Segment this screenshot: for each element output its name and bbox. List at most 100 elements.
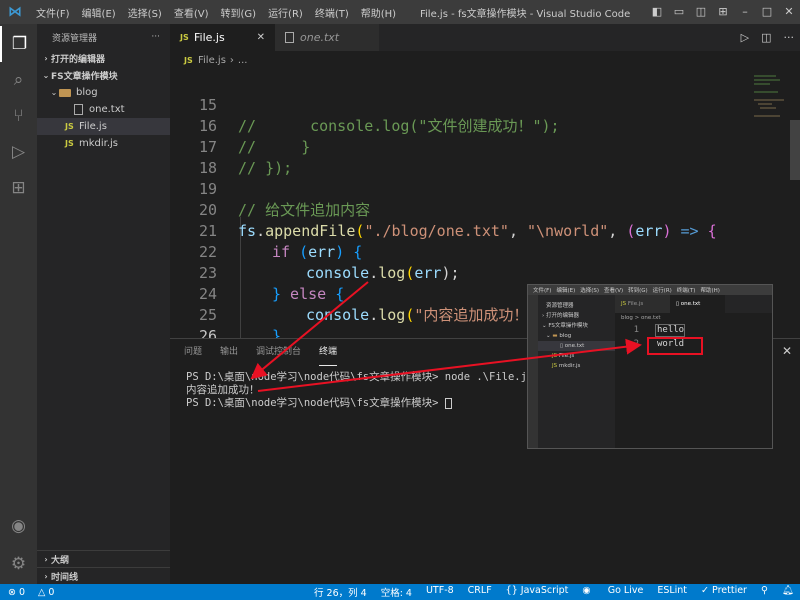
explorer-sidebar: 资源管理器 ··· › 打开的编辑器 ⌄ FS文章操作模块 ⌄ blog one…	[37, 24, 170, 584]
run-debug-icon[interactable]: ▷	[0, 134, 37, 170]
vscode-logo-icon: ⋈	[8, 4, 22, 20]
go-live-button[interactable]: ◉ Go Live	[582, 585, 643, 599]
js-file-icon: JS	[65, 139, 74, 148]
tab-one-txt[interactable]: one.txt	[275, 24, 380, 51]
layout-split-icon[interactable]: ◫	[690, 0, 712, 24]
menu-go[interactable]: 转到(G)	[215, 5, 263, 20]
prettier-status[interactable]: ✓ Prettier	[701, 585, 747, 599]
menu-terminal[interactable]: 终端(T)	[309, 5, 355, 20]
terminal-prompt: PS D:\桌面\node学习\node代码\fs文章操作模块>	[186, 397, 533, 410]
editor-tabs: JS File.js ✕ one.txt ▷ ◫ ···	[170, 24, 800, 51]
terminal-cursor	[444, 397, 452, 409]
menu-selection[interactable]: 选择(S)	[122, 5, 168, 20]
editor-scrollbar[interactable]	[790, 120, 800, 180]
timeline-label: 时间线	[51, 572, 79, 583]
project-section[interactable]: ⌄ FS文章操作模块	[37, 67, 170, 84]
menu-help[interactable]: 帮助(H)	[355, 5, 402, 20]
terminal-output[interactable]: PS D:\桌面\node学习\node代码\fs文章操作模块> node .\…	[186, 371, 533, 410]
menu-file[interactable]: 文件(F)	[30, 5, 76, 20]
selection-highlight	[655, 324, 685, 337]
tree-item-label: mkdir.js	[79, 138, 119, 149]
search-icon[interactable]: ⌕	[0, 62, 37, 98]
menu-run[interactable]: 运行(R)	[262, 5, 309, 20]
inset-title-bar: 文件(F) 编辑(E) 选择(S) 查看(V) 转到(G) 运行(R) 终端(T) 帮助(H)	[528, 285, 772, 295]
explorer-header: 资源管理器 ···	[37, 24, 170, 50]
inset-activity-bar	[528, 295, 538, 448]
tab-file-js[interactable]: JS File.js ✕	[170, 24, 275, 51]
tab-problems[interactable]: 问题	[184, 339, 202, 366]
breadcrumb-more[interactable]: ...	[238, 55, 248, 66]
chevron-down-icon: ⌄	[50, 88, 58, 97]
account-icon[interactable]: ◉	[0, 508, 37, 544]
tree-item-file-js[interactable]: JS File.js	[37, 118, 170, 135]
close-window-icon[interactable]: ✕	[778, 0, 800, 24]
js-file-icon: JS	[65, 122, 74, 131]
encoding[interactable]: UTF-8	[426, 585, 454, 599]
open-editors-label: 打开的编辑器	[51, 55, 106, 65]
layout-icon[interactable]: ◧	[646, 0, 668, 24]
tree-item-label: File.js	[79, 121, 107, 132]
layout-panel-icon[interactable]: ▭	[668, 0, 690, 24]
text-file-icon	[285, 32, 294, 43]
open-editors-section[interactable]: › 打开的编辑器	[37, 50, 170, 67]
feedback-icon[interactable]: ⚲	[761, 585, 768, 599]
indentation[interactable]: 空格: 4	[381, 585, 412, 599]
tab-debug-console[interactable]: 调试控制台	[256, 339, 301, 366]
explorer-title: 资源管理器	[52, 33, 98, 44]
folder-icon	[59, 88, 71, 97]
notifications-icon[interactable]: 🔔︎	[782, 585, 794, 599]
tab-terminal[interactable]: 终端	[319, 339, 338, 366]
more-actions-icon[interactable]: ···	[784, 31, 795, 44]
js-file-icon: JS	[180, 33, 189, 42]
title-bar: ⋈ 文件(F) 编辑(E) 选择(S) 查看(V) 转到(G) 运行(R) 终端…	[0, 0, 800, 24]
close-tab-icon[interactable]: ✕	[257, 32, 265, 43]
chevron-down-icon: ⌄	[42, 71, 50, 80]
tree-item-blog[interactable]: ⌄ blog	[37, 84, 170, 101]
problems-indicator[interactable]: ⊗ 0 △ 0	[8, 587, 64, 598]
settings-gear-icon[interactable]: ⚙	[0, 546, 37, 582]
tab-label: one.txt	[300, 31, 340, 44]
timeline-section[interactable]: › 时间线	[37, 567, 170, 584]
menu-view[interactable]: 查看(V)	[168, 5, 215, 20]
status-bar: ⊗ 0 △ 0 行 26，列 4 空格: 4 UTF-8 CRLF {} Jav…	[0, 584, 800, 600]
minimize-icon[interactable]: –	[734, 0, 756, 24]
code-line: 22 console.log(err);	[198, 243, 460, 282]
close-panel-icon[interactable]: ✕	[782, 344, 792, 358]
js-file-icon: JS	[184, 56, 193, 65]
inset-sidebar: 资源管理器 › 打开的编辑器 ⌄ FS文章操作模块 ⌄ ▬ blog ▯ one…	[538, 295, 615, 448]
chevron-right-icon: ›	[44, 571, 48, 581]
project-label: FS文章操作模块	[51, 72, 118, 82]
code-line: 16 // }	[198, 117, 311, 156]
annotation-box	[647, 337, 703, 355]
more-actions-icon[interactable]: ···	[151, 32, 160, 42]
inset-tabs: JS File.js ▯ one.txt	[615, 295, 772, 313]
explorer-icon[interactable]: ❐	[0, 26, 37, 62]
split-editor-icon[interactable]: ◫	[761, 31, 771, 44]
language-mode[interactable]: {} JavaScript	[506, 585, 569, 599]
tree-item-mkdir-js[interactable]: JS mkdir.js	[37, 135, 170, 152]
layout-grid-icon[interactable]: ⊞	[712, 0, 734, 24]
inset-breadcrumb: blog > one.txt	[621, 315, 661, 321]
cursor-position[interactable]: 行 26，列 4	[314, 585, 367, 599]
code-line: 24 console.log("内容追加成功！");	[198, 285, 556, 324]
outline-label: 大纲	[51, 555, 70, 566]
line-ending[interactable]: CRLF	[468, 585, 492, 599]
menu-edit[interactable]: 编辑(E)	[76, 5, 122, 20]
code-line: 18	[198, 159, 217, 177]
outline-section[interactable]: › 大纲	[37, 550, 170, 567]
code-line: 23 } else {	[198, 264, 345, 303]
tree-item-label: blog	[76, 87, 98, 98]
code-line: 20 fs.appendFile("./blog/one.txt", "\nwo…	[198, 201, 717, 240]
source-control-icon[interactable]: ⑂	[0, 98, 37, 134]
window-controls: ◧ ▭ ◫ ⊞ – □ ✕	[646, 0, 800, 24]
maximize-icon[interactable]: □	[756, 0, 778, 24]
extensions-icon[interactable]: ⊞	[0, 170, 37, 206]
tree-item-one-txt[interactable]: one.txt	[37, 101, 170, 118]
run-icon[interactable]: ▷	[741, 31, 749, 44]
breadcrumb-file[interactable]: File.js	[198, 55, 226, 66]
minimap[interactable]	[750, 70, 790, 170]
menu-bar: 文件(F) 编辑(E) 选择(S) 查看(V) 转到(G) 运行(R) 终端(T…	[30, 5, 402, 20]
eslint-status[interactable]: ESLint	[657, 585, 687, 599]
tab-output[interactable]: 输出	[220, 339, 238, 366]
editor-actions: ▷ ◫ ···	[729, 24, 794, 51]
